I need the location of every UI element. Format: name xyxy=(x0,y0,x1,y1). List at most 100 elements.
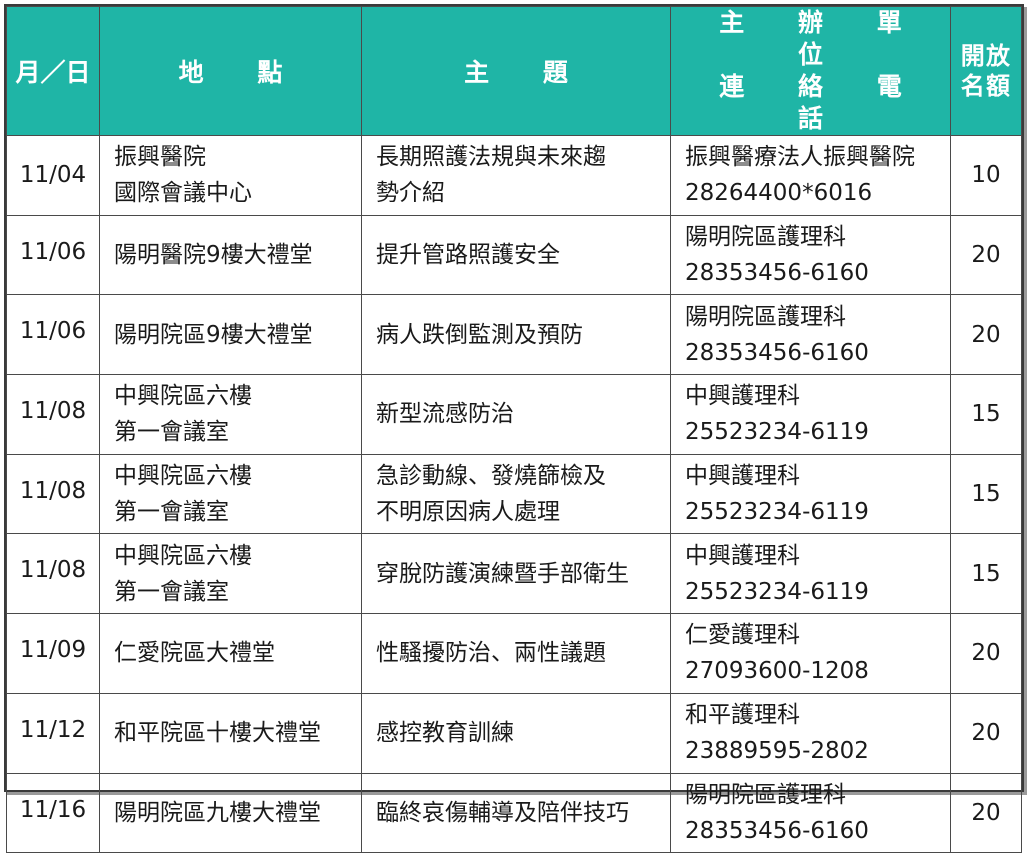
table-row: 11/08 中興院區六樓 第一會議室 新型流感防治 中興護理科 25523234-6119… xyxy=(6,374,1022,455)
header-quota: 開放 名額 xyxy=(950,6,1022,136)
cell-date: 11/06 xyxy=(6,294,100,376)
schedule-table-frame: 月／日 地 點 主 題 主 辦 單 位 連 絡 電 話 開放 名額 11/04 振… xyxy=(4,4,1024,853)
organizer-name: 陽明院區護理科 xyxy=(685,303,846,330)
location-line-1: 陽明院區9樓大禮堂 xyxy=(114,321,313,348)
header-date: 月／日 xyxy=(6,6,100,136)
organizer-name: 中興護理科 xyxy=(685,542,800,569)
header-location: 地 點 xyxy=(99,6,362,136)
topic-line-1: 穿脫防護演練暨手部衛生 xyxy=(376,560,629,587)
cell-organizer-contact: 陽明院區護理科 28353456-6160 xyxy=(670,772,951,853)
organizer-name: 中興護理科 xyxy=(685,463,800,490)
location-line-1: 陽明院區九樓大禮堂 xyxy=(114,799,321,826)
cell-date: 11/04 xyxy=(6,135,100,216)
cell-topic: 提升管路照護安全 xyxy=(361,214,671,296)
header-topic: 主 題 xyxy=(361,6,671,136)
topic-line-2: 勢介紹 xyxy=(376,180,445,207)
cell-quota: 15 xyxy=(950,453,1022,535)
cell-date: 11/12 xyxy=(6,692,100,774)
cell-location: 仁愛院區大禮堂 xyxy=(99,613,362,694)
cell-quota: 20 xyxy=(950,692,1022,774)
cell-topic: 急診動線、發燒篩檢及 不明原因病人處理 xyxy=(361,453,671,535)
organizer-name: 陽明院區護理科 xyxy=(685,224,846,251)
table-row: 11/08 中興院區六樓 第一會議室 急診動線、發燒篩檢及 不明原因病人處理 中興護理科 2… xyxy=(6,453,1022,535)
cell-location: 中興院區六樓 第一會議室 xyxy=(99,533,362,615)
cell-quota: 20 xyxy=(950,772,1022,853)
location-line-2: 第一會議室 xyxy=(114,499,229,526)
cell-date: 11/16 xyxy=(6,772,100,853)
cell-topic: 感控教育訓練 xyxy=(361,692,671,774)
cell-quota: 20 xyxy=(950,294,1022,376)
organizer-phone: 25523234-6119 xyxy=(685,499,869,526)
table-row: 11/12 和平院區十樓大禮堂 感控教育訓練 和平護理科 23889595-2802 20 xyxy=(6,692,1022,774)
cell-quota: 10 xyxy=(950,135,1022,216)
cell-organizer-contact: 振興醫療法人振興醫院 28264400*6016 xyxy=(670,135,951,216)
cell-organizer-contact: 仁愛護理科 27093600-1208 xyxy=(670,613,951,694)
table-row: 11/06 陽明醫院9樓大禮堂 提升管路照護安全 陽明院區護理科 28353456-61… xyxy=(6,214,1022,296)
cell-organizer-contact: 中興護理科 25523234-6119 xyxy=(670,374,951,455)
location-line-2: 第一會議室 xyxy=(114,419,229,446)
cell-date: 11/09 xyxy=(6,613,100,694)
cell-topic: 臨終哀傷輔導及陪伴技巧 xyxy=(361,772,671,853)
table-row: 11/06 陽明院區9樓大禮堂 病人跌倒監測及預防 陽明院區護理科 28353456-6… xyxy=(6,294,1022,376)
cell-organizer-contact: 中興護理科 25523234-6119 xyxy=(670,453,951,535)
cell-date: 11/08 xyxy=(6,453,100,535)
header-organizer: 主 辦 單 位 連 絡 電 話 xyxy=(670,6,951,136)
location-line-1: 和平院區十樓大禮堂 xyxy=(114,720,321,747)
table-header-row: 月／日 地 點 主 題 主 辦 單 位 連 絡 電 話 開放 名額 xyxy=(6,6,1022,136)
topic-line-1: 病人跌倒監測及預防 xyxy=(376,321,583,348)
organizer-phone: 28353456-6160 xyxy=(685,817,869,844)
organizer-phone: 28264400*6016 xyxy=(685,180,873,207)
topic-line-1: 急診動線、發燒篩檢及 xyxy=(376,463,606,490)
cell-quota: 15 xyxy=(950,374,1022,455)
cell-organizer-contact: 陽明院區護理科 28353456-6160 xyxy=(670,214,951,296)
location-line-1: 陽明醫院9樓大禮堂 xyxy=(114,242,313,269)
location-line-2: 國際會議中心 xyxy=(114,180,252,207)
topic-line-1: 性騷擾防治、兩性議題 xyxy=(376,640,606,667)
cell-date: 11/08 xyxy=(6,374,100,455)
topic-line-1: 臨終哀傷輔導及陪伴技巧 xyxy=(376,799,629,826)
cell-topic: 長期照護法規與未來趨 勢介紹 xyxy=(361,135,671,216)
organizer-name: 陽明院區護理科 xyxy=(685,781,846,808)
cell-quota: 20 xyxy=(950,613,1022,694)
location-line-1: 中興院區六樓 xyxy=(114,542,252,569)
cell-topic: 病人跌倒監測及預防 xyxy=(361,294,671,376)
cell-date: 11/08 xyxy=(6,533,100,615)
cell-location: 陽明醫院9樓大禮堂 xyxy=(99,214,362,296)
organizer-phone: 25523234-6119 xyxy=(685,419,869,446)
cell-date: 11/06 xyxy=(6,214,100,296)
cell-organizer-contact: 中興護理科 25523234-6119 xyxy=(670,533,951,615)
topic-line-1: 提升管路照護安全 xyxy=(376,242,560,269)
cell-topic: 新型流感防治 xyxy=(361,374,671,455)
table-row: 11/04 振興醫院 國際會議中心 長期照護法規與未來趨 勢介紹 振興醫療法人振興醫院 28… xyxy=(6,135,1022,216)
location-line-1: 中興院區六樓 xyxy=(114,463,252,490)
table-row: 11/09 仁愛院區大禮堂 性騷擾防治、兩性議題 仁愛護理科 27093600-1208… xyxy=(6,613,1022,694)
training-schedule-table: 月／日 地 點 主 題 主 辦 單 位 連 絡 電 話 開放 名額 11/04 振… xyxy=(6,6,1022,853)
cell-organizer-contact: 和平護理科 23889595-2802 xyxy=(670,692,951,774)
organizer-phone: 27093600-1208 xyxy=(685,658,869,685)
organizer-name: 中興護理科 xyxy=(685,383,800,410)
topic-line-1: 長期照護法規與未來趨 xyxy=(376,144,606,171)
organizer-phone: 25523234-6119 xyxy=(685,578,869,605)
topic-line-2: 不明原因病人處理 xyxy=(376,499,560,526)
cell-location: 振興醫院 國際會議中心 xyxy=(99,135,362,216)
cell-location: 陽明院區9樓大禮堂 xyxy=(99,294,362,376)
table-row: 11/08 中興院區六樓 第一會議室 穿脫防護演練暨手部衛生 中興護理科 25523234… xyxy=(6,533,1022,615)
topic-line-1: 新型流感防治 xyxy=(376,401,514,428)
location-line-1: 中興院區六樓 xyxy=(114,383,252,410)
organizer-name: 仁愛護理科 xyxy=(685,622,800,649)
cell-location: 中興院區六樓 第一會議室 xyxy=(99,374,362,455)
cell-location: 中興院區六樓 第一會議室 xyxy=(99,453,362,535)
topic-line-1: 感控教育訓練 xyxy=(376,720,514,747)
table-row: 11/16 陽明院區九樓大禮堂 臨終哀傷輔導及陪伴技巧 陽明院區護理科 28353456… xyxy=(6,772,1022,853)
cell-location: 和平院區十樓大禮堂 xyxy=(99,692,362,774)
cell-organizer-contact: 陽明院區護理科 28353456-6160 xyxy=(670,294,951,376)
organizer-phone: 23889595-2802 xyxy=(685,738,869,765)
organizer-phone: 28353456-6160 xyxy=(685,339,869,366)
cell-location: 陽明院區九樓大禮堂 xyxy=(99,772,362,853)
cell-quota: 15 xyxy=(950,533,1022,615)
cell-topic: 穿脫防護演練暨手部衛生 xyxy=(361,533,671,615)
organizer-phone: 28353456-6160 xyxy=(685,260,869,287)
organizer-name: 振興醫療法人振興醫院 xyxy=(685,144,915,171)
location-line-1: 仁愛院區大禮堂 xyxy=(114,640,275,667)
cell-quota: 20 xyxy=(950,214,1022,296)
